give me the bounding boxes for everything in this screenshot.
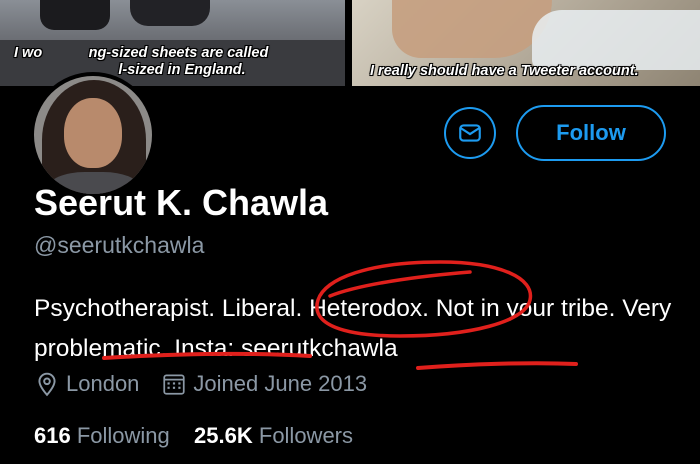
avatar[interactable]: [30, 72, 156, 198]
following-link[interactable]: 616 Following: [34, 423, 176, 448]
profile-bio: Psychotherapist. Liberal. Heterodox. Not…: [34, 295, 672, 362]
banner-caption-left: I wo ng-sized sheets are called l-sized …: [14, 45, 269, 78]
profile-stats: 616 Following 25.6K Followers: [34, 423, 353, 449]
followers-link[interactable]: 25.6K Followers: [194, 423, 353, 448]
followers-label: Followers: [258, 423, 354, 448]
location-pin-icon: [34, 371, 60, 397]
profile-joined: Joined June 2013: [193, 371, 368, 396]
message-button[interactable]: [444, 107, 496, 159]
profile-name: Seerut K. Chawla: [34, 182, 329, 223]
banner-divider: [345, 0, 352, 86]
followers-count: 25.6K: [194, 423, 253, 448]
profile-meta: London Joined June 2013: [34, 371, 367, 397]
envelope-icon: [457, 120, 483, 146]
banner-caption-right: I really should have a Tweeter account.: [370, 63, 639, 79]
follow-button[interactable]: Follow: [516, 105, 666, 161]
profile-handle: @seerutkchawla: [34, 232, 205, 258]
following-count: 616: [34, 423, 71, 448]
profile-location: London: [66, 371, 140, 396]
calendar-icon: [161, 371, 187, 397]
following-label: Following: [76, 423, 170, 448]
